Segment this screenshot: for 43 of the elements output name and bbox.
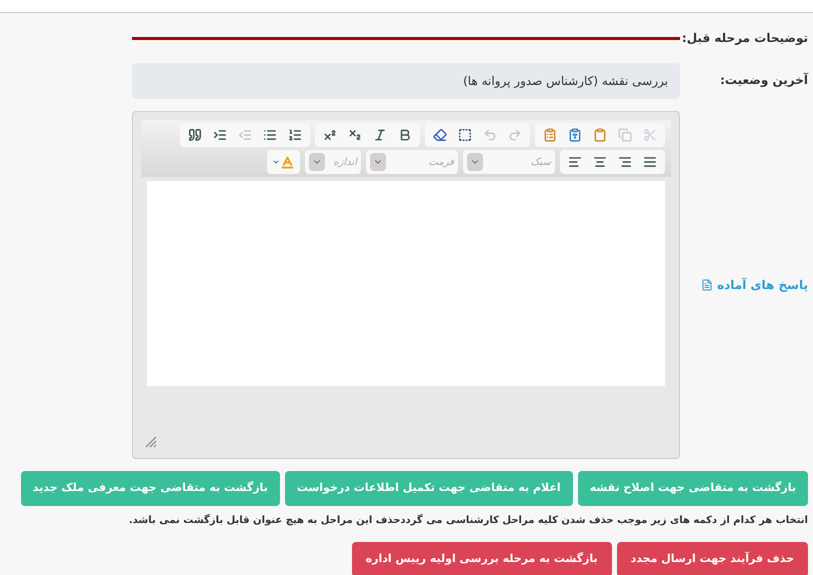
field-label: آخرین وضعیت: <box>719 72 810 89</box>
action-button[interactable]: اعلام به متقاضی جهت تکمیل اطلاعات درخواست <box>284 471 573 506</box>
delete-button[interactable]: حذف فرآیند جهت ارسال مجدد <box>616 542 808 575</box>
indent-icon <box>213 128 227 142</box>
dropdown-placeholder: فرمت <box>428 156 454 170</box>
eraser-icon <box>433 128 447 142</box>
bold-icon <box>398 128 412 142</box>
dropdown-placeholder: سبک <box>530 156 551 170</box>
bullet-list-icon <box>263 128 277 142</box>
cut-icon <box>643 128 657 142</box>
numbered-list-icon <box>288 128 302 142</box>
text-color-button[interactable] <box>267 150 300 174</box>
redo-icon <box>508 128 522 142</box>
subscript-icon <box>348 128 362 142</box>
dropdown-placeholder: اندازه <box>333 156 357 170</box>
ready-replies-link[interactable]: پاسخ های آماده <box>680 276 813 294</box>
toolbar-dropdown[interactable]: سبک <box>463 150 555 174</box>
clipboard-icon <box>568 128 582 142</box>
status-field: بررسی نقشه (کارشناس صدور پروانه ها) <box>132 63 680 99</box>
delete-button[interactable]: بازگشت به مرحله بررسی اولیه رییس اداره <box>352 542 612 575</box>
align-left-icon <box>568 155 582 169</box>
italic-icon <box>373 128 387 142</box>
resize-handle-icon[interactable] <box>145 436 157 448</box>
warning-text: انتخاب هر کدام از دکمه های زیر موجب حذف شدن کلیه مراحل کارشناسی می گرددحذف این مراحل به هیچ عنوان قابل بازگشت نمی باشد. <box>128 513 809 528</box>
action-button[interactable]: بازگشت به متقاضی جهت معرفی ملک جدید <box>20 471 280 506</box>
select-all-icon <box>458 128 472 142</box>
superscript-icon <box>323 128 337 142</box>
caret-icon <box>272 158 280 166</box>
action-button[interactable]: بازگشت به متقاضی جهت اصلاح نقشه <box>578 471 808 506</box>
outdent-icon <box>238 128 252 142</box>
clipboard-icon <box>593 128 607 142</box>
document-icon <box>701 279 714 291</box>
quote-icon <box>188 128 202 142</box>
undo-icon <box>483 128 497 142</box>
text-color-icon <box>280 154 295 170</box>
align-justify-icon <box>643 155 657 169</box>
align-center-icon <box>593 155 607 169</box>
clipboard-icon <box>543 128 557 142</box>
toolbar-dropdown[interactable]: فرمت <box>366 150 458 174</box>
copy-icon <box>618 128 632 142</box>
section-title: توضیحات مرحله قبل: <box>680 30 808 47</box>
align-right-icon <box>618 155 632 169</box>
toolbar-dropdown[interactable]: اندازه <box>305 150 361 174</box>
